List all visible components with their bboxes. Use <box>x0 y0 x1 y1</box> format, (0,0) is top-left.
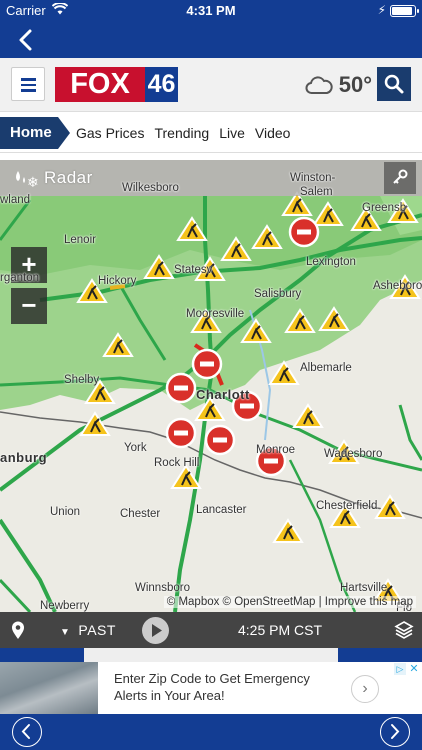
chevron-right-icon <box>391 724 400 739</box>
map-base <box>0 191 422 612</box>
weather-widget[interactable]: 50° <box>305 70 372 100</box>
map-label: Chesterfield <box>316 500 378 512</box>
temperature: 50° <box>338 72 372 97</box>
ad-text: Enter Zip Code to Get Emergency Alerts i… <box>114 671 310 703</box>
radar-title: Radar <box>44 168 93 187</box>
menu-line-icon <box>21 89 36 92</box>
map-label: rganton <box>0 272 40 284</box>
ad-separator <box>0 648 422 662</box>
map-attribution[interactable]: © Mapbox © OpenStreetMap | Improve this … <box>163 596 416 608</box>
highway-i26 <box>0 518 57 612</box>
svg-text:❄: ❄ <box>27 175 38 189</box>
road-closure-icon[interactable] <box>204 424 236 456</box>
hamburger-menu-button[interactable] <box>11 67 45 101</box>
map-label: Charlott <box>196 387 250 402</box>
key-icon <box>393 169 408 184</box>
past-dropdown[interactable]: ▼ PAST <box>60 622 116 638</box>
zoom-out-button[interactable]: − <box>11 288 47 324</box>
adchoices-icon[interactable]: ▷ <box>394 663 406 675</box>
play-icon <box>152 624 162 637</box>
ad-separator-panel <box>84 648 338 662</box>
map-label: wland <box>0 194 31 206</box>
navigation-bar <box>0 22 422 58</box>
map-label: Albemarle <box>300 362 352 374</box>
road-closure-icon[interactable] <box>288 216 320 248</box>
radar-timestamp: 4:25 PM CST <box>238 622 323 638</box>
tab-video[interactable]: Video <box>255 125 291 141</box>
highway-i73 <box>398 404 422 461</box>
road-closure-icon[interactable] <box>165 372 197 404</box>
map-label: Monroe <box>256 444 295 456</box>
map-label: Lancaster <box>196 504 247 516</box>
logo-number: 46 <box>145 67 178 102</box>
ad-arrow-button[interactable]: › <box>351 675 379 703</box>
location-pin-icon[interactable] <box>9 620 27 640</box>
section-tabs: Home Gas Prices Trending Live Video <box>0 113 422 153</box>
menu-line-icon <box>21 83 36 86</box>
chevron-left-icon <box>21 724 30 739</box>
past-label: PAST <box>78 622 116 638</box>
radar-playback-bar: ▼ PAST 4:25 PM CST <box>0 612 422 648</box>
next-button[interactable] <box>380 717 410 747</box>
highway-segment <box>0 578 32 612</box>
map-key-button[interactable] <box>384 162 416 194</box>
map-label: Salisbury <box>254 288 302 300</box>
tab-live[interactable]: Live <box>219 125 245 141</box>
previous-button[interactable] <box>12 717 42 747</box>
rain-snow-icon: ❄ <box>16 171 38 189</box>
map-label: Lexington <box>306 256 356 268</box>
tab-home[interactable]: Home <box>0 116 70 149</box>
map-label: Union <box>50 506 81 518</box>
construction-warning-icon[interactable] <box>272 518 304 543</box>
search-icon <box>384 74 404 94</box>
back-chevron-icon[interactable] <box>14 27 40 53</box>
map-label: Salem <box>300 186 333 198</box>
logo-fox-text: FOX <box>55 67 145 102</box>
road-closure-icon[interactable] <box>191 348 223 380</box>
construction-warning-icon[interactable] <box>268 360 300 385</box>
status-bar: Carrier 4:31 PM ⚡ <box>0 0 422 22</box>
map-label: Hickory <box>98 275 137 287</box>
site-header: FOX 46 50° <box>0 58 422 112</box>
menu-line-icon <box>21 78 36 81</box>
map-label: Newberry <box>40 600 90 612</box>
layers-icon[interactable] <box>394 620 414 640</box>
map-label: Lenoir <box>64 234 96 246</box>
ad-close-icon[interactable]: ✕ <box>408 663 420 675</box>
cloud-icon <box>305 76 333 94</box>
construction-warning-icon[interactable] <box>292 403 324 428</box>
road-closure-icon[interactable] <box>165 417 197 449</box>
play-button[interactable] <box>142 617 169 644</box>
map-label: Winnsboro <box>135 582 190 594</box>
map-label: Greensb <box>362 202 407 214</box>
map-label: Statesv <box>174 264 213 276</box>
map-label: Winston- <box>290 172 336 184</box>
ad-rain-image <box>0 662 98 714</box>
map-label: Mooresville <box>186 308 245 320</box>
battery-fill <box>392 7 412 15</box>
tab-gas-prices[interactable]: Gas Prices <box>76 125 144 141</box>
map-label: Shelby <box>64 374 100 386</box>
fox46-logo[interactable]: FOX 46 <box>55 67 178 102</box>
search-button[interactable] <box>377 67 411 101</box>
map-label: Asheboro <box>373 280 422 292</box>
construction-warning-icon[interactable] <box>374 494 406 519</box>
map-label: Rock Hill <box>154 457 200 469</box>
map-label: Chester <box>120 508 161 520</box>
clock: 4:31 PM <box>186 3 236 18</box>
battery-icon <box>390 5 419 17</box>
radar-header: ❄ Radar <box>0 160 422 196</box>
map-label: York <box>124 442 147 454</box>
map-label: Hartsville <box>340 582 388 594</box>
charging-icon: ⚡ <box>377 3 386 17</box>
map-label: Wilkesboro <box>122 182 179 194</box>
chevron-right-icon: › <box>362 680 368 697</box>
bottom-navigation-bar <box>0 714 422 750</box>
caret-down-icon: ▼ <box>60 627 71 638</box>
tab-trending[interactable]: Trending <box>154 125 209 141</box>
map-label: anburg <box>0 450 48 465</box>
radar-map[interactable]: ❄ Radar + − Wilkesboro Winston- Salem Gr… <box>0 160 422 612</box>
advertisement-banner[interactable]: Enter Zip Code to Get Emergency Alerts i… <box>0 662 422 714</box>
map-label: Wadesboro <box>324 448 383 460</box>
